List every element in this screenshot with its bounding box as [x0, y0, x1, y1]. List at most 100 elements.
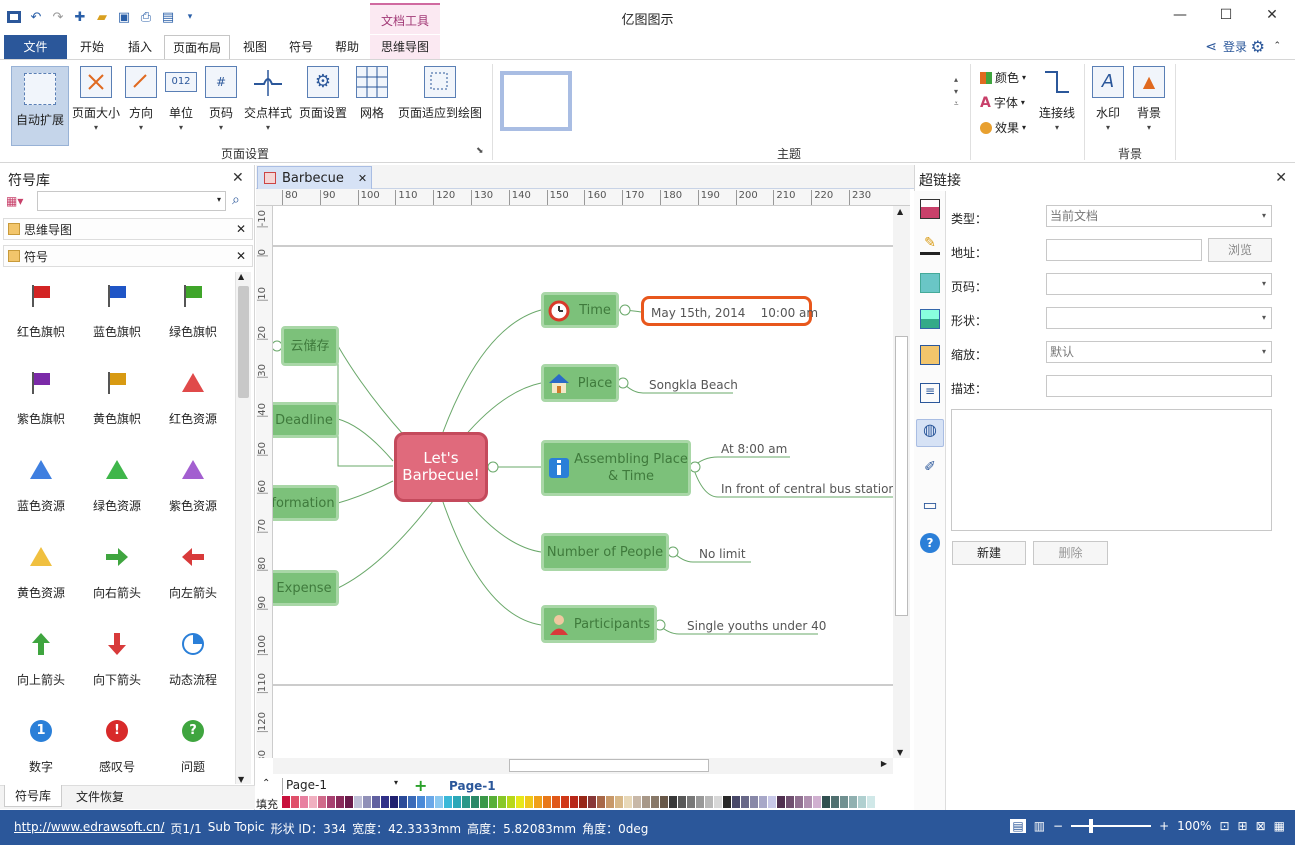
color-swatch[interactable] — [687, 796, 695, 808]
collapse-marker[interactable] — [689, 461, 701, 473]
color-swatch[interactable] — [399, 796, 407, 808]
color-swatch[interactable] — [507, 796, 515, 808]
color-swatch[interactable] — [597, 796, 605, 808]
symbol-item[interactable]: 绿色旗帜 — [155, 275, 231, 362]
close-panel-icon[interactable]: ✕ — [232, 170, 244, 186]
color-swatch[interactable] — [642, 796, 650, 808]
description-input[interactable] — [1046, 375, 1272, 397]
maximize-icon[interactable]: ☐ — [1203, 0, 1249, 30]
website-link[interactable]: http://www.edrawsoft.cn/ — [14, 820, 164, 837]
login-link[interactable]: 登录 — [1223, 38, 1247, 55]
color-swatch[interactable] — [606, 796, 614, 808]
canvas-vertical-scrollbar[interactable]: ▲ ▼ — [893, 206, 910, 758]
color-swatch[interactable] — [705, 796, 713, 808]
tab-symbol-library[interactable]: 符号库 — [4, 785, 62, 807]
connector-button[interactable]: 连接线 ▾ — [1036, 66, 1078, 148]
close-library-icon[interactable]: ✕ — [236, 249, 246, 263]
shadow-icon[interactable] — [920, 273, 940, 293]
page-view-icon[interactable]: ▤ — [1010, 819, 1026, 833]
scroll-down-icon[interactable]: ▼ — [897, 748, 903, 757]
color-swatch[interactable] — [660, 796, 668, 808]
color-swatch[interactable] — [723, 796, 731, 808]
auto-expand-button[interactable]: 自动扩展 — [11, 66, 69, 146]
color-swatch[interactable] — [813, 796, 821, 808]
color-swatch[interactable] — [309, 796, 317, 808]
scroll-up-icon[interactable]: ▲ — [897, 207, 903, 216]
color-swatch[interactable] — [372, 796, 380, 808]
tab-symbols[interactable]: 符号 — [280, 35, 322, 59]
canvas-horizontal-scrollbar[interactable]: ▶ — [273, 758, 893, 774]
page-select[interactable]: ▾ — [1046, 273, 1272, 295]
symbol-search-input[interactable]: ▾ — [37, 191, 226, 211]
address-input[interactable] — [1046, 239, 1202, 261]
library-mind-map[interactable]: 思维导图 ✕ — [3, 218, 253, 240]
symbol-item[interactable]: 蓝色旗帜 — [79, 275, 155, 362]
scroll-right-icon[interactable]: ▶ — [881, 759, 887, 768]
tab-view[interactable]: 视图 — [234, 35, 276, 59]
color-swatch[interactable] — [588, 796, 596, 808]
sub-topic-at-8am[interactable]: At 8:00 am — [721, 442, 811, 460]
library-menu-icon[interactable]: ▦▾ — [6, 194, 34, 212]
shape-select[interactable]: ▾ — [1046, 307, 1272, 329]
tab-home[interactable]: 开始 — [70, 35, 114, 59]
symbol-item[interactable]: 向左箭头 — [155, 536, 231, 623]
drawing-canvas[interactable]: Let's Barbecue! 云储存 Deadline formation Expens… — [273, 206, 893, 758]
color-theme-button[interactable]: 颜色 ▾ — [980, 69, 1026, 86]
color-swatch[interactable] — [849, 796, 857, 808]
color-swatch[interactable] — [534, 796, 542, 808]
ribbon-collapse-icon[interactable]: ⌃ — [1273, 41, 1281, 51]
symbol-item[interactable]: 紫色旗帜 — [3, 362, 79, 449]
color-swatch[interactable] — [327, 796, 335, 808]
collapse-marker[interactable] — [619, 304, 631, 316]
grid-button[interactable]: 网格 — [355, 66, 389, 148]
attachment-icon[interactable]: ✐ — [920, 459, 940, 479]
color-swatch[interactable] — [804, 796, 812, 808]
zoom-select[interactable]: 默认 ▾ — [1046, 341, 1272, 363]
theme-thumbnail[interactable] — [500, 71, 572, 131]
library-symbols[interactable]: 符号 ✕ — [3, 245, 253, 267]
color-swatch[interactable] — [777, 796, 785, 808]
close-library-icon[interactable]: ✕ — [236, 222, 246, 236]
color-swatch[interactable] — [480, 796, 488, 808]
tab-mind-map[interactable]: 思维导图 — [370, 35, 440, 59]
type-select[interactable]: 当前文档 ▾ — [1046, 205, 1272, 227]
color-swatch[interactable] — [858, 796, 866, 808]
main-topic-place[interactable]: Place — [541, 364, 619, 402]
close-panel-icon[interactable]: ✕ — [1275, 170, 1287, 186]
symbol-item[interactable]: 动态流程 — [155, 623, 231, 710]
color-swatch[interactable] — [561, 796, 569, 808]
page-list-icon[interactable]: ≡ — [920, 383, 940, 403]
color-swatch[interactable] — [291, 796, 299, 808]
color-swatch[interactable] — [651, 796, 659, 808]
outline-view-icon[interactable]: ▥ — [1034, 819, 1045, 833]
main-topic-cloud-storage[interactable]: 云储存 — [281, 326, 339, 366]
comment-icon[interactable]: ▭ — [920, 495, 940, 515]
fullscreen-icon[interactable]: ⊠ — [1256, 819, 1266, 833]
hyperlink-globe-icon[interactable]: ◍ — [916, 419, 944, 447]
grid-toggle-icon[interactable]: ▦ — [1274, 819, 1285, 833]
tab-help[interactable]: 帮助 — [326, 35, 368, 59]
sub-topic-songkla-beach[interactable]: Songkla Beach — [649, 378, 749, 396]
color-swatch[interactable] — [516, 796, 524, 808]
color-swatch[interactable] — [615, 796, 623, 808]
zoom-out-icon[interactable]: − — [1053, 819, 1063, 833]
color-swatch[interactable] — [444, 796, 452, 808]
sub-topic-no-limit[interactable]: No limit — [699, 547, 759, 565]
color-swatch[interactable] — [462, 796, 470, 808]
background-button[interactable]: ▲ 背景 ▾ — [1133, 66, 1165, 148]
unit-button[interactable]: 012 单位 ▾ — [163, 66, 199, 148]
zoom-in-icon[interactable]: + — [1159, 819, 1169, 833]
color-swatch[interactable] — [732, 796, 740, 808]
font-theme-button[interactable]: A 字体 ▾ — [980, 94, 1025, 111]
center-topic[interactable]: Let's Barbecue! — [394, 432, 488, 502]
main-topic-deadline[interactable]: Deadline — [273, 402, 339, 438]
add-page-icon[interactable]: + — [414, 776, 427, 795]
color-swatch[interactable] — [786, 796, 794, 808]
symbol-item[interactable]: 红色资源 — [155, 362, 231, 449]
main-topic-participants[interactable]: Participants — [541, 605, 657, 643]
color-swatch[interactable] — [525, 796, 533, 808]
color-swatch[interactable] — [552, 796, 560, 808]
color-swatch[interactable] — [768, 796, 776, 808]
color-swatch[interactable] — [696, 796, 704, 808]
color-swatch[interactable] — [579, 796, 587, 808]
